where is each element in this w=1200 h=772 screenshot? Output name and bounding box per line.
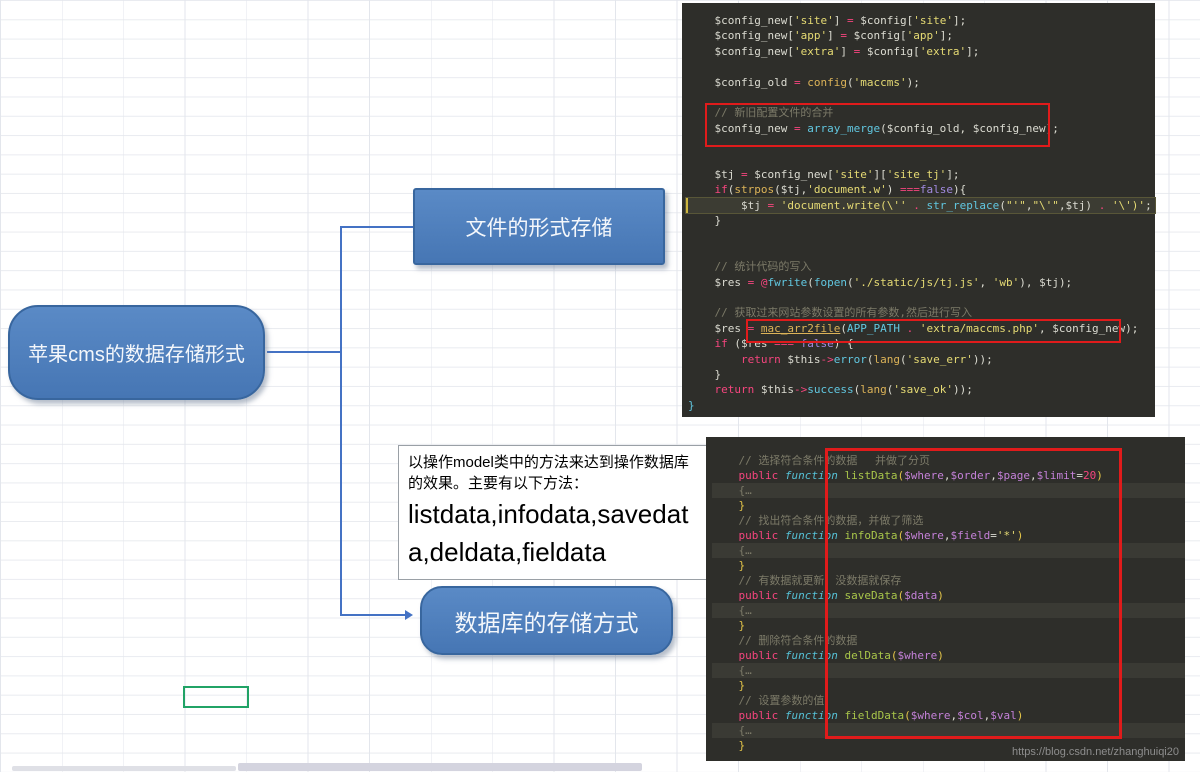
code-line: $config_new['app'] = $config['app']; <box>688 28 1155 43</box>
code-line <box>688 244 1155 259</box>
code-line: $config_new['site'] = $config['site']; <box>688 13 1155 28</box>
code-line: } <box>688 398 1155 413</box>
connector-db-line <box>340 614 406 616</box>
code-line: if(strpos($tj,'document.w') ===false){ <box>688 182 1155 197</box>
note-description: 以操作model类中的方法来达到操作数据库的效果。主要有以下方法： <box>408 453 697 494</box>
red-annotation-box-arr2file <box>746 319 1121 343</box>
code-line: // 统计代码的写入 <box>688 259 1155 274</box>
code-line <box>688 290 1155 305</box>
code-line: } <box>688 213 1155 228</box>
scrollbar-segment[interactable] <box>238 763 642 771</box>
red-annotation-box-merge <box>705 103 1050 147</box>
code-line: return $this->error(lang('save_err')); <box>688 352 1155 367</box>
scrollbar-segment[interactable] <box>12 766 236 771</box>
flow-box-db-storage: 数据库的存储方式 <box>420 586 673 655</box>
connector-root-line <box>267 351 341 353</box>
note-method-list: listdata,infodata,savedata,deldata,field… <box>408 496 697 571</box>
code-line: return $this->success(lang('save_ok')); <box>688 382 1155 397</box>
note-box: 以操作model类中的方法来达到操作数据库的效果。主要有以下方法： listda… <box>398 445 707 580</box>
connector-trunk-line <box>340 226 342 616</box>
flow-box-root: 苹果cms的数据存储形式 <box>8 305 265 400</box>
connector-file-line <box>340 226 413 228</box>
flow-box-db-storage-label: 数据库的存储方式 <box>455 604 639 638</box>
flow-box-file-storage: 文件的形式存储 <box>413 188 665 265</box>
code-screenshot-config-save: $config_new['site'] = $config['site']; $… <box>682 3 1155 417</box>
code-line <box>688 152 1155 167</box>
selected-cell[interactable] <box>183 686 249 708</box>
connector-arrowhead <box>405 610 413 620</box>
flow-box-root-label: 苹果cms的数据存储形式 <box>28 338 245 367</box>
flow-box-file-storage-label: 文件的形式存储 <box>466 212 613 242</box>
code-line: } <box>688 367 1155 382</box>
red-annotation-box-methods <box>825 448 1122 739</box>
code-line <box>688 59 1155 74</box>
code-line: $res = @fwrite(fopen('./static/js/tj.js'… <box>688 275 1155 290</box>
code-line: $tj = 'document.write(\'' . str_replace(… <box>686 198 1155 213</box>
code-line <box>688 228 1155 243</box>
watermark-url: https://blog.csdn.net/zhanghuiqi20 <box>1012 746 1179 758</box>
code-line: $config_old = config('maccms'); <box>688 75 1155 90</box>
code-line: $config_new['extra'] = $config['extra']; <box>688 44 1155 59</box>
screenshot-canvas: 苹果cms的数据存储形式 文件的形式存储 数据库的存储方式 以操作model类中… <box>0 0 1200 772</box>
code-line: $tj = $config_new['site']['site_tj']; <box>688 167 1155 182</box>
